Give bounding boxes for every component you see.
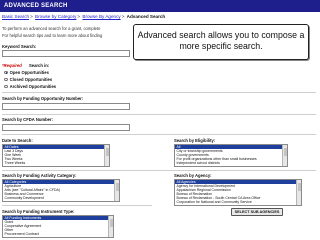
radio-open-opportunities[interactable]: Open Opportunities bbox=[4, 70, 49, 75]
radio-closed-opportunities[interactable]: Closed Opportunities bbox=[4, 77, 52, 82]
radio-archived-opportunities[interactable]: Archived Opportunities bbox=[4, 84, 56, 89]
breadcrumb-current: Advanced Search bbox=[126, 14, 166, 19]
breadcrumb-basic-search[interactable]: Basic Search bbox=[2, 14, 29, 19]
divider bbox=[2, 92, 316, 93]
scrollbar-thumb[interactable] bbox=[105, 148, 109, 156]
intro-line-1: To perform an advanced search for a gran… bbox=[2, 26, 101, 31]
opportunity-number-label: Search by Funding Opportunity Number: bbox=[2, 96, 84, 101]
list-option[interactable]: Procurement Contract bbox=[3, 232, 113, 236]
activity-category-listbox[interactable]: All Categories Agriculture Arts (see "Cu… bbox=[2, 179, 120, 202]
intro-line-2: For helpful search tips and to learn mor… bbox=[2, 33, 103, 38]
cfda-number-label: Search by CFDA Number: bbox=[2, 117, 54, 122]
eligibility-label: Search by Eligibility: bbox=[174, 138, 216, 143]
scrollbar-thumb[interactable] bbox=[109, 219, 113, 227]
agency-label: Search by Agency: bbox=[174, 173, 212, 178]
search-in-label: *Required Search in: bbox=[2, 63, 49, 68]
scrollbar-thumb[interactable] bbox=[297, 183, 301, 191]
radio-selected-icon[interactable] bbox=[4, 70, 8, 75]
radio-icon[interactable] bbox=[4, 84, 8, 89]
callout-box: Advanced search allows you to compose a … bbox=[133, 24, 309, 60]
scrollbar[interactable] bbox=[296, 180, 301, 205]
activity-category-label: Search by Funding Activity Category: bbox=[2, 173, 77, 178]
breadcrumb-browse-category[interactable]: Browse by Category bbox=[35, 14, 76, 19]
scrollbar[interactable] bbox=[114, 180, 119, 201]
date-listbox[interactable]: All Dates Last 3 Days One Week Two Weeks… bbox=[2, 144, 110, 167]
list-option[interactable]: Community Development bbox=[3, 196, 119, 200]
scrollbar[interactable] bbox=[104, 145, 109, 166]
scrollbar-thumb[interactable] bbox=[115, 183, 119, 191]
scrollbar[interactable] bbox=[282, 145, 287, 166]
divider bbox=[2, 134, 316, 135]
page-title: ADVANCED SEARCH bbox=[0, 0, 320, 12]
divider bbox=[2, 205, 152, 206]
keyword-input[interactable] bbox=[2, 50, 130, 57]
instrument-type-label: Search by Funding Instrument Type: bbox=[2, 209, 75, 214]
scrollbar-thumb[interactable] bbox=[283, 148, 287, 156]
list-option[interactable]: Three Weeks bbox=[3, 161, 109, 165]
cfda-number-input[interactable] bbox=[2, 124, 130, 131]
date-label: Date to Search: bbox=[2, 138, 33, 143]
breadcrumb-browse-agency[interactable]: Browse By Agency bbox=[82, 14, 120, 19]
eligibility-listbox[interactable]: All City or township governments County … bbox=[174, 144, 288, 167]
list-option[interactable]: Independent school districts bbox=[175, 161, 287, 165]
select-sub-agencies-button[interactable]: SELECT SUB AGENCIES bbox=[231, 208, 283, 216]
divider bbox=[2, 170, 316, 171]
breadcrumb: Basic Search> Browse by Category> Browse… bbox=[2, 14, 166, 19]
required-marker: *Required bbox=[2, 63, 22, 68]
divider bbox=[2, 114, 316, 115]
opportunity-number-input[interactable] bbox=[2, 103, 130, 110]
search-in-text: Search in: bbox=[28, 63, 50, 68]
list-option[interactable]: Corporation for National and Community S… bbox=[175, 200, 301, 204]
agency-listbox[interactable]: All Agencies Agency for International De… bbox=[174, 179, 302, 206]
keyword-label: Keyword Search: bbox=[2, 44, 37, 49]
radio-icon[interactable] bbox=[4, 77, 8, 82]
instrument-type-listbox[interactable]: All Funding Instruments Grant Cooperativ… bbox=[2, 215, 114, 238]
scrollbar[interactable] bbox=[108, 216, 113, 237]
